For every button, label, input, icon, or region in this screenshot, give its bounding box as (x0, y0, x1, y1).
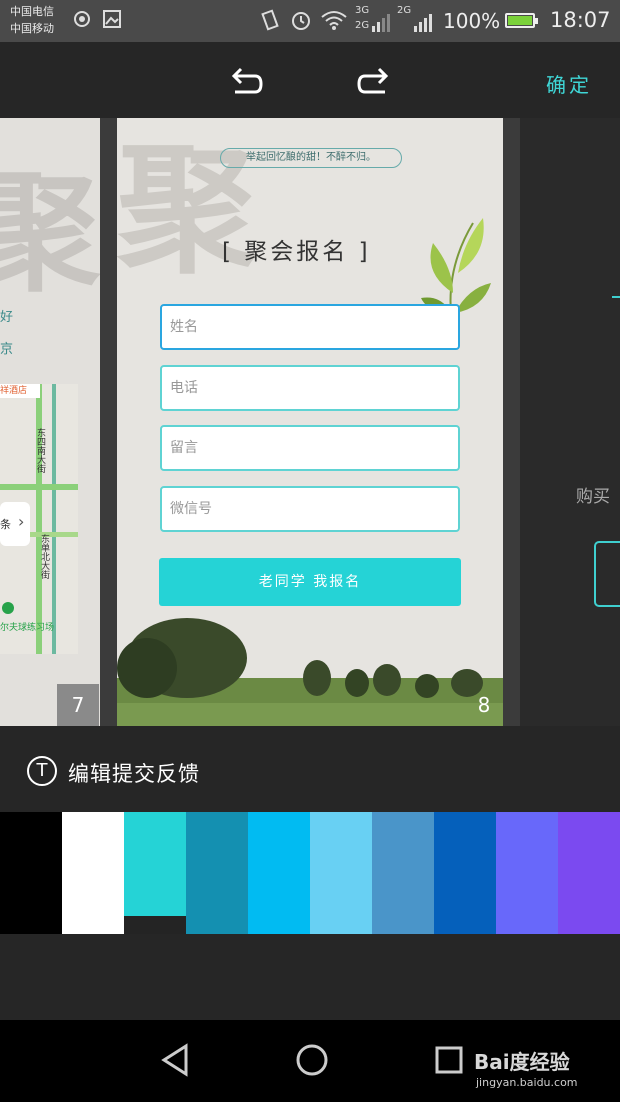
color-palette (0, 812, 620, 934)
network-2g-a: 2G (355, 20, 370, 31)
battery-percent: 100% (443, 9, 501, 33)
bottom-panel (0, 934, 620, 1020)
map-side-label: 条 (0, 518, 11, 531)
image-icon (102, 9, 122, 34)
right-outline-button[interactable] (594, 541, 620, 607)
baidu-watermark-url: jingyan.baidu.com (476, 1076, 578, 1089)
color-swatch-5[interactable] (310, 812, 372, 934)
name-input[interactable]: 姓名 (160, 304, 460, 350)
undo-button[interactable] (225, 62, 265, 102)
back-triangle-icon (161, 1043, 188, 1077)
left-text-1: 好 (0, 310, 14, 325)
page-preview-8[interactable]: 聚 举起回忆酿的甜！不醉不归。 [ 聚会报名 ] 姓名 电话 留言 微信号 老同… (117, 118, 503, 726)
color-swatch-4[interactable] (248, 812, 310, 934)
color-swatch-0[interactable] (0, 812, 62, 934)
confirm-button[interactable]: 确定 (546, 69, 592, 98)
navigation-bar: Bai度经验 jingyan.baidu.com (0, 1020, 620, 1102)
color-swatch-7[interactable] (434, 812, 496, 934)
page-thumbnail-9[interactable]: 购买 (520, 118, 620, 726)
buy-text: 购买 (576, 487, 610, 507)
message-input[interactable]: 留言 (160, 425, 460, 471)
page-thumbnail-7[interactable]: 聚 好 京 祥酒店 东四南大街 东单北大街 条 › 尔夫球练习场 7 (0, 118, 100, 726)
left-bg-char: 聚 (0, 157, 100, 309)
wifi-icon (320, 9, 348, 36)
right-accent (612, 296, 620, 298)
home-button[interactable] (294, 1042, 330, 1082)
map-street-2: 东单北大街 (39, 534, 49, 579)
page-number-8: 8 (477, 693, 491, 717)
page-number-7: 7 (57, 684, 99, 726)
color-swatch-2[interactable] (124, 812, 186, 916)
text-tool-icon[interactable]: T (27, 756, 57, 786)
color-swatch-8[interactable] (496, 812, 558, 934)
redo-button[interactable] (355, 62, 395, 102)
page-carousel[interactable]: 聚 好 京 祥酒店 东四南大街 东单北大街 条 › 尔夫球练习场 7 聚 举起回… (0, 118, 620, 726)
color-swatch-6[interactable] (372, 812, 434, 934)
undo-icon (231, 67, 263, 94)
recents-button[interactable] (434, 1042, 464, 1082)
home-circle-icon (296, 1044, 328, 1076)
carrier-1: 中国电信 (10, 5, 54, 18)
vibrate-icon (260, 9, 280, 36)
page-title: [ 聚会报名 ] (222, 239, 371, 265)
signal-icon-2 (414, 14, 434, 37)
baidu-watermark: Bai度经验 (474, 1050, 570, 1074)
trees-landscape-image (117, 618, 503, 726)
carrier-2: 中国移动 (10, 22, 54, 35)
network-3g: 3G (355, 5, 370, 16)
color-swatch-1[interactable] (62, 812, 124, 934)
map-bottom-label: 尔夫球练习场 (0, 623, 55, 633)
map-info-card[interactable]: 条 › (0, 502, 30, 546)
hotspot-icon (72, 9, 92, 34)
status-bar: 中国电信 中国移动 3G 2G 2G 100% 18:07 (0, 0, 620, 42)
battery-icon (505, 13, 538, 28)
edit-feedback-label[interactable]: 编辑提交反馈 (68, 758, 200, 788)
chevron-right-icon: › (18, 512, 25, 531)
network-2g-b: 2G (397, 5, 412, 16)
signal-icon-1 (372, 14, 392, 37)
main-bg-char: 聚 (117, 130, 258, 293)
phone-input[interactable]: 电话 (160, 365, 460, 411)
map-widget[interactable]: 祥酒店 东四南大街 东单北大街 条 › 尔夫球练习场 (0, 384, 78, 654)
clock: 18:07 (550, 8, 611, 32)
edit-feedback-row[interactable]: T 编辑提交反馈 (0, 726, 620, 812)
wechat-input[interactable]: 微信号 (160, 486, 460, 532)
recents-square-icon (435, 1046, 463, 1074)
map-pin-icon (2, 602, 14, 614)
back-button[interactable] (158, 1042, 190, 1082)
map-label-hotel: 祥酒店 (0, 384, 40, 398)
color-swatch-3[interactable] (186, 812, 248, 934)
alarm-icon (290, 9, 312, 36)
toolbar: 确定 (0, 42, 620, 118)
slogan: 举起回忆酿的甜！不醉不归。 (220, 148, 402, 168)
signup-submit-button[interactable]: 老同学 我报名 (159, 558, 461, 606)
left-text-2: 京 (0, 342, 14, 357)
map-street-1: 东四南大街 (35, 428, 45, 473)
redo-icon (357, 67, 389, 94)
color-swatch-9[interactable] (558, 812, 620, 934)
